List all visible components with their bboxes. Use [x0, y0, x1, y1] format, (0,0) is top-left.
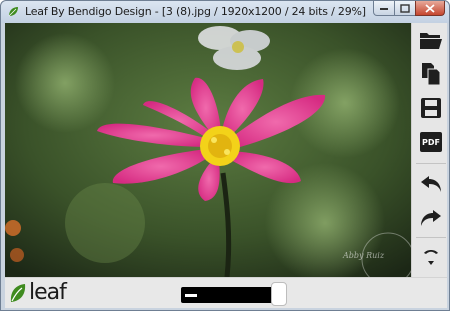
close-icon	[425, 3, 435, 13]
redo-button[interactable]	[418, 205, 444, 231]
save-button[interactable]	[418, 95, 444, 121]
viewer-area: Abby Ruiz PDF leaf	[5, 23, 447, 308]
status-bar: leaf	[5, 277, 447, 308]
zoom-slider[interactable]	[181, 282, 287, 306]
open-folder-button[interactable]	[418, 27, 444, 53]
maximize-button[interactable]	[394, 1, 416, 16]
zoom-thumb[interactable]	[271, 282, 287, 306]
copy-icon	[422, 63, 441, 86]
close-button[interactable]	[415, 1, 445, 16]
pdf-icon: PDF	[420, 132, 442, 152]
undo-button[interactable]	[418, 171, 444, 197]
window-title: Leaf By Bendigo Design - [3 (8).jpg / 19…	[25, 5, 366, 18]
flower-photo	[5, 23, 411, 277]
side-toolbar: PDF	[411, 23, 447, 277]
maximize-icon	[400, 3, 410, 13]
app-window: Leaf By Bendigo Design - [3 (8).jpg / 19…	[0, 0, 450, 311]
toolbar-divider	[416, 163, 446, 164]
chevron-down-icon	[424, 250, 438, 265]
open-folder-icon	[420, 33, 442, 49]
logo-text: leaf	[29, 280, 67, 305]
redo-icon	[421, 210, 441, 226]
zoom-track[interactable]	[181, 287, 273, 303]
undo-icon	[421, 176, 441, 192]
image-canvas[interactable]: Abby Ruiz	[5, 23, 411, 277]
minimize-icon	[380, 8, 388, 10]
title-bar[interactable]: Leaf By Bendigo Design - [3 (8).jpg / 19…	[1, 1, 449, 23]
zoom-fill	[185, 294, 197, 297]
save-icon	[421, 98, 441, 118]
leaf-app-icon	[8, 7, 18, 17]
more-button[interactable]	[418, 245, 444, 271]
pdf-button[interactable]: PDF	[418, 129, 444, 155]
minimize-button[interactable]	[373, 1, 395, 16]
copy-button[interactable]	[418, 61, 444, 87]
leaf-logo: leaf	[9, 280, 67, 305]
toolbar-divider-2	[416, 237, 446, 238]
leaf-icon	[10, 284, 26, 302]
photo-watermark: Abby Ruiz	[343, 251, 385, 260]
